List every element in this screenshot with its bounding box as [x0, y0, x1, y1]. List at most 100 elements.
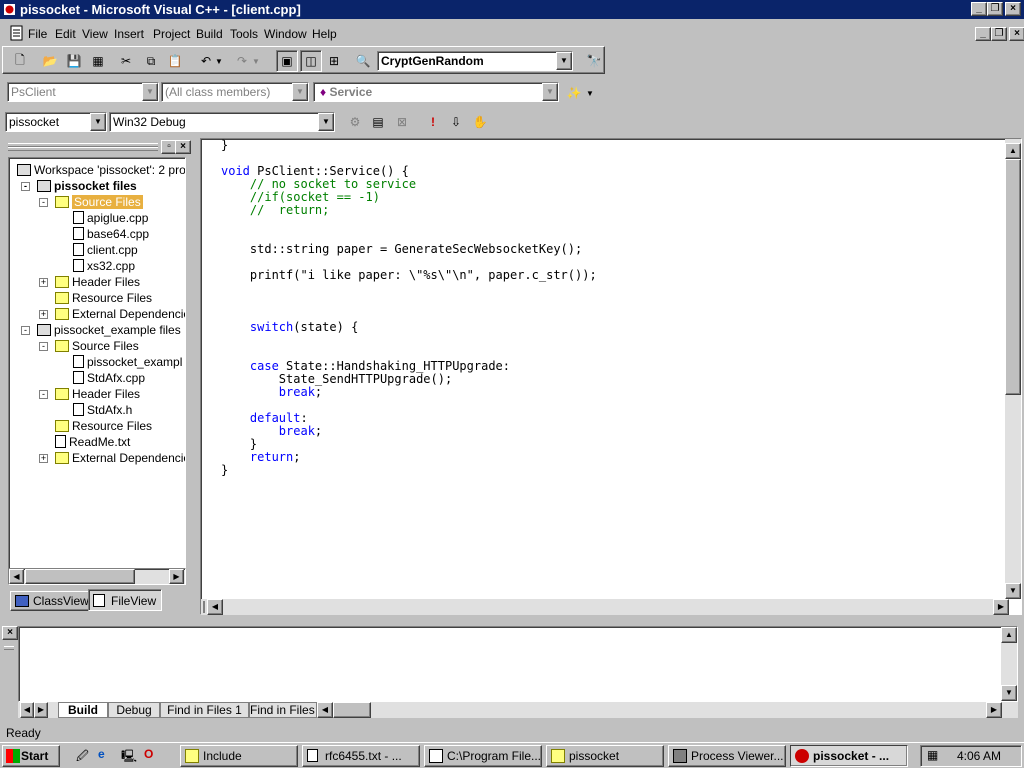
- scroll-down-icon[interactable]: ▼: [1005, 583, 1021, 599]
- task-rfc6455[interactable]: rfc6455.txt - ...: [302, 745, 420, 767]
- tree-item[interactable]: - pissocket files: [21, 178, 137, 194]
- expand-icon[interactable]: +: [39, 278, 48, 287]
- menu-insert[interactable]: Insert: [114, 27, 144, 41]
- explorer-icon[interactable]: 🖳: [121, 747, 137, 763]
- editor-hscrollbar[interactable]: ◀ ▶: [201, 599, 1009, 615]
- expand-icon[interactable]: +: [39, 454, 48, 463]
- tab-find-in-files-1[interactable]: Find in Files 1: [160, 702, 249, 718]
- tree-item[interactable]: + Header Files: [39, 274, 140, 290]
- find-combo[interactable]: CryptGenRandom ▼: [377, 51, 573, 71]
- scroll-right-icon[interactable]: ▶: [986, 702, 1002, 718]
- menu-build[interactable]: Build: [196, 27, 223, 41]
- tree-item[interactable]: - Header Files: [39, 386, 140, 402]
- tree-item[interactable]: Workspace 'pissocket': 2 proje: [17, 162, 185, 178]
- paste-icon[interactable]: 📋: [164, 50, 186, 72]
- mdi-restore-button[interactable]: ❐: [991, 27, 1007, 41]
- ie-icon[interactable]: e: [98, 747, 114, 763]
- maximize-button[interactable]: ❐: [987, 2, 1003, 16]
- scroll-up-icon[interactable]: ▲: [1001, 627, 1017, 643]
- code-line[interactable]: [221, 282, 597, 295]
- menu-edit[interactable]: Edit: [55, 27, 76, 41]
- find-in-files-icon[interactable]: 🔍: [352, 50, 374, 72]
- config-combo[interactable]: Win32 Debug ▼: [109, 112, 335, 132]
- code-line[interactable]: [221, 295, 597, 308]
- code-line[interactable]: [221, 217, 597, 230]
- panel-close-button[interactable]: ×: [175, 140, 191, 154]
- tab-fileview[interactable]: FileView: [88, 589, 162, 611]
- menu-project[interactable]: Project: [153, 27, 190, 41]
- splitter[interactable]: [192, 138, 198, 618]
- scroll-left-icon[interactable]: ◀: [317, 702, 333, 718]
- tree-item[interactable]: Resource Files: [55, 290, 152, 306]
- code-line[interactable]: printf("i like paper: \"%s\"\n", paper.c…: [221, 269, 597, 282]
- output-toggle-icon[interactable]: ◫: [300, 50, 322, 72]
- tree-item[interactable]: StdAfx.h: [73, 402, 132, 418]
- tab-classview[interactable]: ClassView: [10, 591, 90, 611]
- scroll-right-icon[interactable]: ▶: [169, 569, 184, 584]
- clock[interactable]: 4:06 AM: [957, 749, 1001, 763]
- opera-icon[interactable]: O: [144, 747, 160, 763]
- code-line[interactable]: }: [221, 139, 597, 152]
- go-icon[interactable]: ⇩: [445, 111, 467, 133]
- cut-icon[interactable]: ✂: [115, 50, 137, 72]
- tab-debug[interactable]: Debug: [108, 702, 160, 718]
- code-editor[interactable]: } void PsClient::Service() { // no socket…: [200, 138, 1022, 615]
- tree-item[interactable]: - pissocket_example files: [21, 322, 181, 338]
- scroll-thumb[interactable]: [333, 702, 371, 718]
- save-icon[interactable]: 💾: [63, 50, 85, 72]
- scroll-left-icon[interactable]: ◀: [207, 599, 223, 615]
- chevron-down-icon[interactable]: ▼: [142, 83, 158, 101]
- task-process-viewer[interactable]: Process Viewer...: [668, 745, 786, 767]
- class-combo[interactable]: PsClient ▼: [7, 82, 159, 102]
- editor-vscrollbar[interactable]: ▲ ▼: [1005, 139, 1021, 599]
- chevron-down-icon[interactable]: ▼: [90, 113, 106, 131]
- tree-item[interactable]: + External Dependencies: [39, 450, 185, 466]
- tree-item[interactable]: + External Dependencies: [39, 306, 185, 322]
- code-line[interactable]: }: [221, 464, 597, 477]
- task-program-files[interactable]: C:\Program File...: [424, 745, 542, 767]
- collapse-icon[interactable]: -: [39, 198, 48, 207]
- search-binoculars-icon[interactable]: 🔭: [583, 50, 605, 72]
- tree-item[interactable]: base64.cpp: [73, 226, 149, 242]
- task-pissocket-folder[interactable]: pissocket: [546, 745, 664, 767]
- redo-dropdown-icon[interactable]: ▼: [250, 50, 262, 72]
- tab-build[interactable]: Build: [58, 702, 108, 718]
- open-folder-icon[interactable]: 📂: [39, 50, 61, 72]
- tree-hscrollbar[interactable]: ◀ ▶: [8, 568, 186, 585]
- tree-item[interactable]: Resource Files: [55, 418, 152, 434]
- code-line[interactable]: [221, 334, 597, 347]
- start-button[interactable]: Start: [2, 745, 60, 767]
- code-text[interactable]: } void PsClient::Service() { // no socket…: [221, 139, 597, 477]
- save-all-icon[interactable]: ▦: [87, 50, 109, 72]
- workspace-toggle-icon[interactable]: ▣: [276, 50, 298, 72]
- tree-item[interactable]: StdAfx.cpp: [73, 370, 145, 386]
- execute-icon[interactable]: !: [422, 111, 444, 133]
- wizard-wand-icon[interactable]: ✨: [563, 82, 585, 104]
- tree-item[interactable]: - Source Files: [39, 338, 139, 354]
- tree-item[interactable]: pissocket_exampl: [73, 354, 182, 370]
- task-pissocket-vc[interactable]: pissocket - ...: [790, 745, 908, 767]
- scroll-up-icon[interactable]: ▲: [1005, 143, 1021, 159]
- expand-icon[interactable]: +: [39, 310, 48, 319]
- minimize-button[interactable]: _: [971, 2, 987, 16]
- undo-dropdown-icon[interactable]: ▼: [213, 50, 225, 72]
- collapse-icon[interactable]: -: [21, 326, 30, 335]
- output-vscrollbar[interactable]: ▲ ▼: [1001, 627, 1017, 701]
- chevron-down-icon[interactable]: ▼: [318, 113, 334, 131]
- collapse-icon[interactable]: -: [39, 390, 48, 399]
- show-desktop-icon[interactable]: 🖉: [76, 747, 92, 763]
- tree-item[interactable]: xs32.cpp: [73, 258, 135, 274]
- scheduler-icon[interactable]: ▦: [927, 748, 943, 764]
- chevron-down-icon[interactable]: ▼: [556, 52, 572, 70]
- members-combo[interactable]: (All class members) ▼: [161, 82, 309, 102]
- code-line[interactable]: std::string paper = GenerateSecWebsocket…: [221, 243, 597, 256]
- tree-item[interactable]: ReadMe.txt: [55, 434, 130, 450]
- new-text-file-icon[interactable]: 🗋: [9, 50, 31, 72]
- code-line[interactable]: switch(state) {: [221, 321, 597, 334]
- menu-window[interactable]: Window: [264, 27, 307, 41]
- tab-scroll-right-icon[interactable]: ▶: [34, 702, 48, 718]
- code-line[interactable]: break;: [221, 386, 597, 399]
- close-button[interactable]: ×: [1005, 2, 1021, 16]
- scroll-thumb[interactable]: [1005, 159, 1021, 395]
- compile-icon[interactable]: ⚙: [344, 111, 366, 133]
